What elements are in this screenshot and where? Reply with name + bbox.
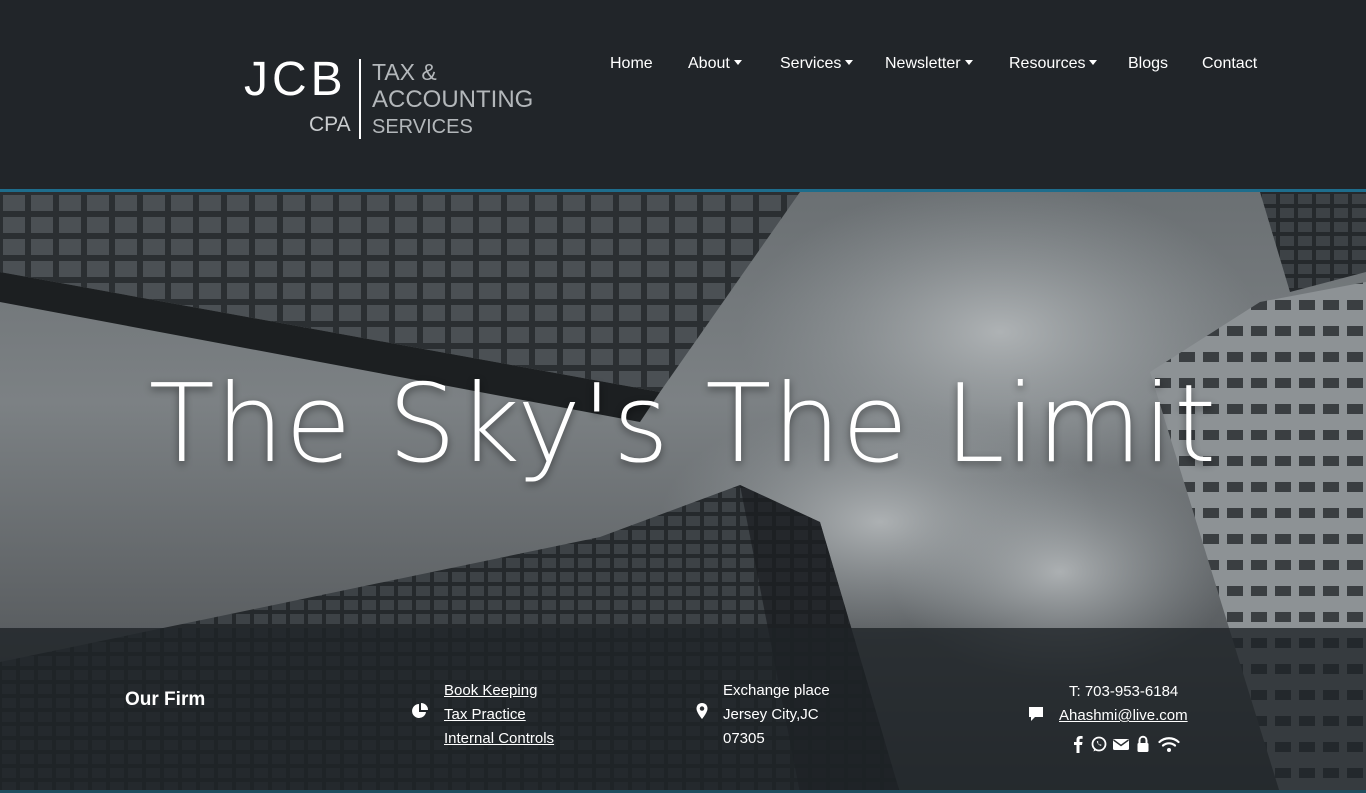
nav-item-blogs[interactable]: Blogs [1128,52,1168,76]
hero-title: The Sky's The Limit [148,362,1218,487]
caret-down-icon [845,60,854,65]
comment-icon [1027,705,1045,723]
caret-down-icon [1089,60,1098,65]
link-tax-practice[interactable]: Tax Practice [444,703,554,727]
nav-label: Home [610,55,653,72]
link-internal-controls[interactable]: Internal Controls [444,727,554,751]
nav-label: Contact [1202,55,1258,72]
facebook-icon[interactable] [1072,735,1084,753]
nav-item-services[interactable]: Services [780,52,854,76]
footer-heading: Our Firm [125,689,206,710]
whatsapp-icon[interactable] [1091,735,1107,753]
nav-item-home[interactable]: Home [610,52,653,76]
logo-line-3: SERVICES [372,116,473,138]
nav-label: Blogs [1128,55,1169,72]
nav-item-newsletter[interactable]: Newsletter [885,52,973,76]
nav-label: Resources [1009,55,1086,72]
pie-chart-icon [411,702,429,720]
nav-label: About [688,55,730,72]
logo-initials: JCB [244,53,347,106]
caret-down-icon [733,60,742,65]
contact-phone: T: 703-953-6184 [1069,683,1179,700]
link-book-keeping[interactable]: Book Keeping [444,679,554,703]
logo-designation: CPA [309,113,351,136]
address-line-2: Jersey City,JC [723,706,819,723]
wifi-icon[interactable] [1158,735,1180,753]
nav-item-contact[interactable]: Contact [1202,52,1257,76]
logo-line-1: TAX & [372,59,437,85]
site-header: JCB CPA TAX & ACCOUNTING SERVICES Home A… [0,0,1366,190]
site-logo[interactable]: JCB CPA TAX & ACCOUNTING SERVICES [244,56,544,142]
nav-label: Services [780,55,842,72]
nav-item-resources[interactable]: Resources [1009,52,1098,76]
envelope-icon[interactable] [1112,735,1130,753]
page: JCB CPA TAX & ACCOUNTING SERVICES Home A… [0,0,1366,793]
nav-item-about[interactable]: About [688,52,742,76]
logo-divider [359,59,361,139]
map-marker-icon [693,702,711,720]
caret-down-icon [964,60,973,65]
contact-email-link[interactable]: Ahashmi@live.com [1059,704,1188,728]
services-links: Book Keeping Tax Practice Internal Contr… [444,679,554,751]
logo-line-2: ACCOUNTING [372,86,534,113]
address-line-1: Exchange place [723,682,830,699]
lock-icon[interactable] [1136,735,1150,753]
address-block: Exchange place Jersey City,JC 07305 [723,679,830,751]
address-line-3: 07305 [723,730,765,747]
nav-label: Newsletter [885,55,961,72]
